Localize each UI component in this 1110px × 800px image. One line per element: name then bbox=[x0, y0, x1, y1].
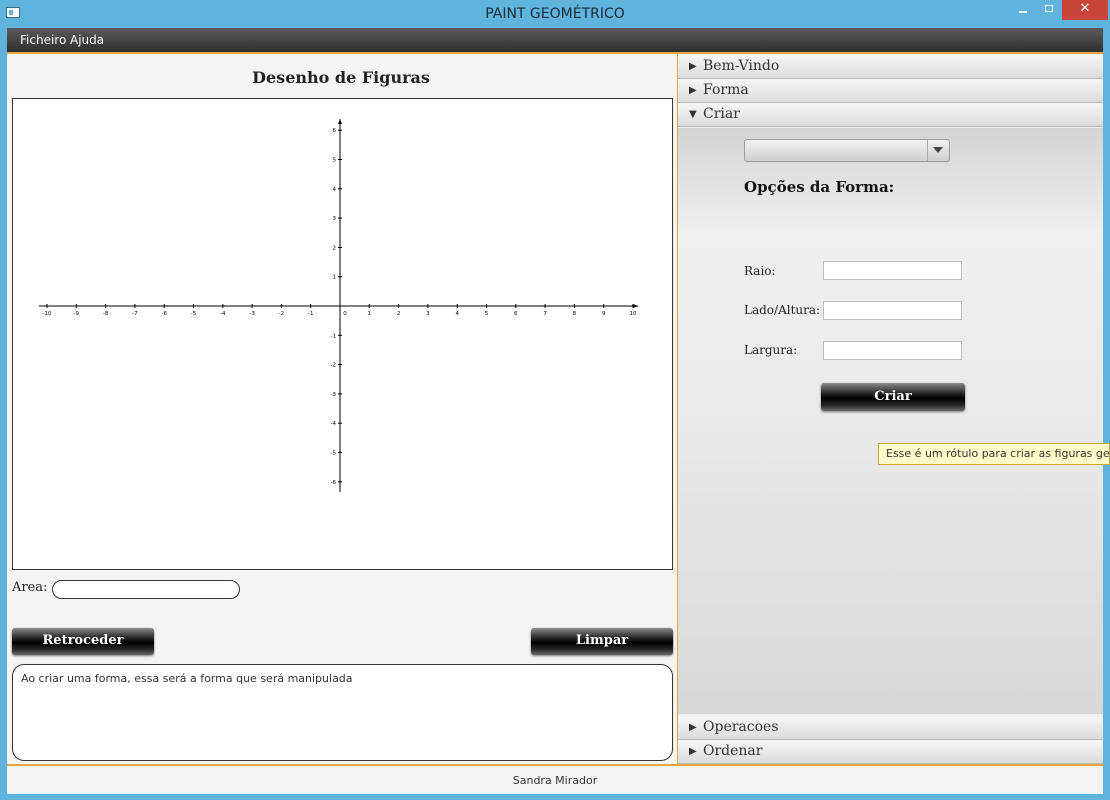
x-tick-label: 3 bbox=[426, 311, 430, 317]
y-tick-label: -4 bbox=[331, 421, 337, 427]
raio-label: Raio: bbox=[744, 264, 776, 278]
author-label: Sandra Mirador bbox=[512, 774, 598, 787]
x-tick-label: -7 bbox=[132, 311, 138, 317]
y-tick-label: 3 bbox=[333, 216, 337, 222]
y-tick-label: -3 bbox=[331, 392, 337, 398]
y-tick-label: -2 bbox=[331, 363, 336, 369]
coordinate-axes: -10 -9 -8 -7 -6 -5 -4 -3 -2 -1 0 1 2 3 4 5 6 7 8 9 10654321-… bbox=[39, 119, 638, 492]
x-tick-label: -5 bbox=[191, 311, 197, 317]
x-tick-label: 1 bbox=[368, 311, 372, 317]
accordion-forma[interactable]: ▶ Forma bbox=[678, 79, 1103, 103]
x-tick-label: -8 bbox=[103, 311, 109, 317]
retroceder-button[interactable]: Retroceder bbox=[12, 628, 154, 655]
x-tick-label: -2 bbox=[279, 311, 284, 317]
menu-bar: Ficheiro Ajuda bbox=[7, 28, 1103, 52]
area-field[interactable] bbox=[52, 580, 240, 599]
chevron-down-icon bbox=[933, 147, 943, 153]
message-area[interactable]: Ao criar uma forma, essa será a forma qu… bbox=[12, 664, 673, 761]
accordion-bem-vindo[interactable]: ▶ Bem-Vindo bbox=[678, 55, 1103, 79]
x-tick-label: 10 bbox=[630, 311, 637, 317]
x-axis-arrow bbox=[633, 304, 638, 308]
x-tick-label: -4 bbox=[220, 311, 226, 317]
close-icon: ✕ bbox=[1079, 1, 1091, 16]
shape-type-dropdown[interactable] bbox=[744, 139, 950, 162]
x-tick-label: 7 bbox=[543, 311, 547, 317]
x-tick-label: -6 bbox=[161, 311, 167, 317]
minimize-button[interactable] bbox=[1010, 0, 1036, 20]
criar-section-body: Opções da Forma: Raio: Lado/Altura: Larg… bbox=[678, 128, 1103, 714]
y-tick-label: 6 bbox=[333, 128, 337, 134]
menu-ajuda[interactable]: Ajuda bbox=[70, 33, 104, 47]
x-tick-label: -10 bbox=[43, 311, 52, 317]
x-tick-label: -3 bbox=[249, 311, 255, 317]
drawing-canvas[interactable]: -10 -9 -8 -7 -6 -5 -4 -3 -2 -1 0 1 2 3 4 5 6 7 8 9 10 6 5 4 3 2 1-… bbox=[12, 98, 673, 570]
largura-label: Largura: bbox=[744, 343, 798, 357]
x-tick-label: 8 bbox=[573, 311, 577, 317]
criar-tooltip: Esse é um rótulo para criar as figuras g… bbox=[878, 443, 1110, 465]
expanded-arrow-icon: ▼ bbox=[689, 109, 697, 120]
accordion-label: Criar bbox=[703, 106, 740, 122]
x-tick-label: 5 bbox=[485, 311, 489, 317]
largura-input[interactable] bbox=[823, 341, 962, 360]
y-tick-label: -1 bbox=[331, 333, 336, 339]
accordion-criar[interactable]: ▼ Criar bbox=[678, 103, 1103, 127]
y-axis-arrow bbox=[338, 119, 342, 124]
x-tick-label: -1 bbox=[308, 311, 313, 317]
collapsed-arrow-icon: ▶ bbox=[689, 722, 697, 733]
accordion-panel: ▶ Bem-Vindo ▶ Forma ▼ Criar Opções da Fo… bbox=[677, 54, 1103, 764]
close-button[interactable]: ✕ bbox=[1062, 0, 1108, 20]
x-tick-label: 6 bbox=[514, 311, 518, 317]
collapsed-arrow-icon: ▶ bbox=[689, 85, 697, 96]
criar-button[interactable]: Criar bbox=[821, 383, 965, 411]
raio-input[interactable] bbox=[823, 261, 962, 280]
x-tick-label: 4 bbox=[455, 311, 459, 317]
accordion-label: Operacoes bbox=[703, 719, 779, 735]
y-tick-label: -6 bbox=[331, 480, 337, 486]
shape-options-title: Opções da Forma: bbox=[744, 178, 895, 196]
accordion-ordenar[interactable]: ▶ Ordenar bbox=[678, 740, 1103, 764]
accordion-label: Forma bbox=[703, 82, 749, 98]
message-text: Ao criar uma forma, essa será a forma qu… bbox=[21, 672, 353, 685]
y-tick-label: 4 bbox=[333, 187, 337, 193]
window-titlebar: PAINT GEOMÉTRICO ✕ bbox=[0, 0, 1110, 28]
drawing-title: Desenho de Figuras bbox=[252, 68, 430, 87]
maximize-button[interactable] bbox=[1036, 0, 1062, 20]
x-tick-label: 2 bbox=[397, 311, 401, 317]
menu-ficheiro[interactable]: Ficheiro bbox=[20, 33, 66, 47]
status-bar: Sandra Mirador bbox=[7, 766, 1103, 794]
dropdown-button[interactable] bbox=[927, 140, 949, 161]
limpar-button[interactable]: Limpar bbox=[531, 628, 673, 655]
minimize-icon bbox=[1019, 11, 1027, 13]
y-tick-label: 2 bbox=[333, 245, 337, 251]
y-tick-label: -5 bbox=[331, 451, 337, 457]
maximize-icon bbox=[1045, 5, 1053, 12]
x-tick-label: -9 bbox=[74, 311, 80, 317]
collapsed-arrow-icon: ▶ bbox=[689, 746, 697, 757]
collapsed-arrow-icon: ▶ bbox=[689, 61, 697, 72]
accordion-operacoes[interactable]: ▶ Operacoes bbox=[678, 716, 1103, 740]
main-content: Desenho de Figuras -10 -9 -8 -7 -6 -5 -4 -3 -2 -1… bbox=[7, 52, 1103, 766]
x-tick-label: 9 bbox=[602, 311, 606, 317]
area-label: Area: bbox=[12, 580, 48, 595]
x-tick-label: 0 bbox=[343, 311, 347, 317]
y-tick-label: 5 bbox=[333, 158, 337, 164]
drawing-panel: Desenho de Figuras -10 -9 -8 -7 -6 -5 -4 -3 -2 -1… bbox=[7, 54, 675, 764]
accordion-label: Bem-Vindo bbox=[703, 58, 780, 74]
y-tick-label: 1 bbox=[333, 275, 337, 281]
window-title: PAINT GEOMÉTRICO bbox=[485, 6, 625, 22]
accordion-label: Ordenar bbox=[703, 743, 763, 759]
lado-altura-input[interactable] bbox=[823, 301, 962, 320]
lado-altura-label: Lado/Altura: bbox=[744, 303, 821, 317]
